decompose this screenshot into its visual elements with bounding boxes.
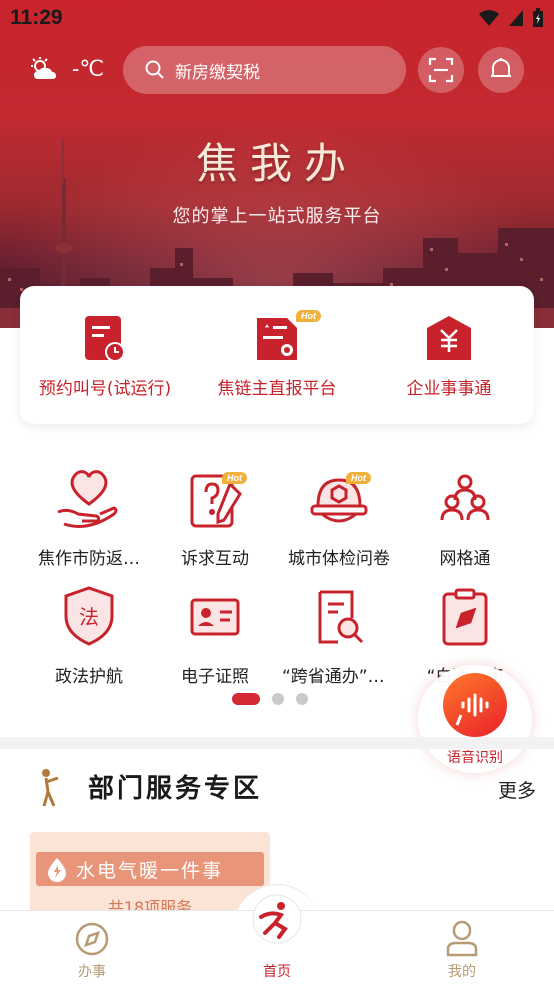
voice-label: 语音识别	[447, 750, 503, 766]
person-walking-icon	[42, 769, 59, 807]
grid-item-label: 政法护航	[55, 667, 123, 687]
tab-label: 我的	[448, 964, 476, 980]
report-doc-icon	[257, 318, 297, 360]
search-bar[interactable]: 新房缴契税	[123, 46, 406, 94]
search-icon	[145, 60, 164, 79]
section-divider	[0, 737, 554, 749]
temperature-text: -℃	[72, 56, 105, 81]
quick-item-label: 焦链主直报平台	[217, 379, 337, 399]
grid-item-appeals[interactable]: Hot 诉求互动	[152, 464, 278, 574]
voice-wave-icon	[455, 693, 489, 726]
section-title: 部门服务专区	[88, 774, 263, 804]
service-card[interactable]: 水电气暖一件事 共18项服务	[30, 832, 270, 922]
signal-icon	[509, 10, 523, 26]
grid-item-e-license[interactable]: 电子证照	[152, 582, 278, 692]
grid-item-legal-escort[interactable]: 法 政法护航	[26, 582, 152, 692]
hot-badge: Hot	[222, 472, 247, 484]
grid-item-label: 诉求互动	[181, 549, 249, 569]
bell-icon	[491, 58, 511, 77]
page-dot-active[interactable]	[232, 693, 260, 705]
grid-item-label: “跨省通办”清…	[282, 667, 402, 687]
partly-cloudy-icon	[31, 57, 56, 79]
quick-services-card: 预约叫号(试运行) Hot 焦链主直报平台 企业事事通	[20, 286, 534, 424]
heart-hand-icon	[57, 470, 118, 528]
tab-profile[interactable]: 我的	[370, 911, 554, 984]
wifi-icon	[479, 10, 499, 26]
tab-label: 首页	[263, 964, 291, 980]
id-card-icon	[190, 598, 240, 636]
tab-services[interactable]: 办事	[0, 911, 184, 984]
user-icon	[446, 920, 478, 957]
carousel-pagination	[232, 693, 308, 705]
svg-text:法: 法	[79, 605, 99, 629]
calendar-clock-icon	[85, 316, 125, 362]
notifications-button[interactable]	[478, 47, 524, 93]
tab-home[interactable]: 首页	[185, 894, 369, 984]
doc-search-icon	[318, 590, 364, 644]
status-bar: 11:29	[0, 0, 554, 38]
status-time: 11:29	[10, 6, 63, 29]
weather-widget[interactable]: -℃	[30, 56, 104, 82]
dept-section-header: 部门服务专区 更多	[0, 768, 554, 808]
compass-icon	[75, 922, 109, 956]
bottom-tab-bar: 办事 首页 我的	[0, 894, 554, 984]
scan-button[interactable]	[418, 47, 464, 93]
tab-label: 办事	[78, 964, 106, 980]
voice-recognition-button[interactable]: 语音识别	[418, 665, 532, 773]
grid-item-label: 电子证照	[181, 667, 249, 687]
utilities-icon	[48, 858, 66, 882]
grid-item-grid-network[interactable]: 网格通	[402, 464, 528, 574]
brand-title: 焦我办	[195, 139, 358, 188]
home-runner-icon	[252, 894, 302, 944]
people-network-icon	[440, 474, 490, 521]
more-link[interactable]: 更多	[498, 776, 536, 803]
grid-item-city-survey[interactable]: Hot 城市体检问卷	[276, 464, 402, 574]
enterprise-house-icon	[427, 316, 471, 360]
brand-subtitle: 您的掌上一站式服务平台	[172, 206, 382, 227]
clipboard-compass-icon	[442, 588, 488, 646]
grid-item-cross-province[interactable]: “跨省通办”清…	[276, 582, 402, 692]
hot-badge: Hot	[296, 310, 321, 322]
grid-item-label: 网格通	[439, 549, 491, 569]
service-card-title: 水电气暖一件事	[76, 859, 224, 882]
battery-icon	[533, 8, 543, 27]
search-placeholder: 新房缴契税	[175, 62, 260, 83]
page-dot[interactable]	[272, 693, 284, 705]
grid-item-label: 城市体检问卷	[288, 549, 390, 569]
quick-item-label: 预约叫号(试运行)	[38, 379, 172, 399]
grid-item-label: 焦作市防返…	[38, 549, 140, 569]
quick-item-label: 企业事事通	[406, 379, 492, 399]
law-shield-icon: 法	[64, 586, 114, 646]
grid-item-prevention[interactable]: 焦作市防返…	[26, 464, 152, 574]
hot-badge: Hot	[346, 472, 371, 484]
scan-icon	[428, 57, 454, 83]
page-dot[interactable]	[296, 693, 308, 705]
